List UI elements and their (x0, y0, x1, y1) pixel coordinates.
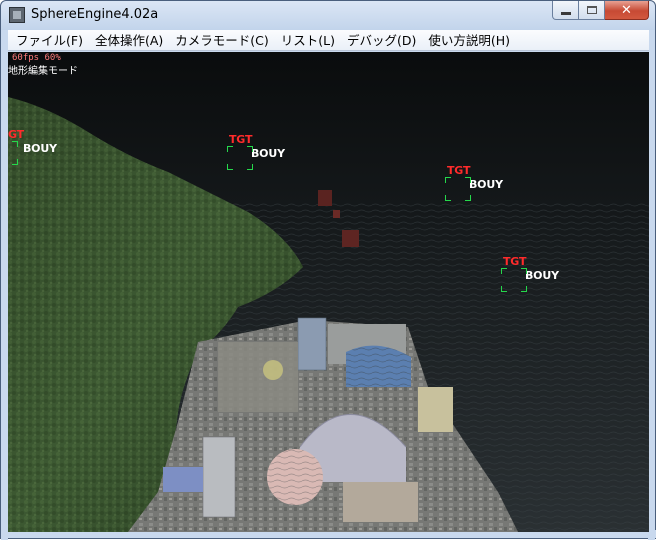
buoy-marker[interactable]: TGT BOUY (501, 255, 593, 325)
menu-help[interactable]: 使い方説明(H) (422, 31, 516, 50)
buoy-label: BOUY (525, 269, 559, 282)
window-frame-right (648, 51, 655, 540)
window-title: SphereEngine4.02a (31, 7, 159, 22)
menu-global-ops[interactable]: 全体操作(A) (89, 31, 169, 50)
menu-camera-mode[interactable]: カメラモード(C) (169, 31, 274, 50)
app-window: SphereEngine4.02a ✕ ファイル(F) 全体操作(A) カメラモ… (0, 0, 656, 540)
app-icon[interactable] (9, 7, 25, 23)
buoy-marker[interactable]: GT BOUY (8, 128, 98, 198)
buoy-label: BOUY (251, 147, 285, 160)
target-bracket (445, 177, 471, 201)
buoy-label: BOUY (23, 142, 57, 155)
close-icon: ✕ (621, 2, 632, 18)
window-controls: ✕ (552, 1, 649, 21)
3d-viewport[interactable]: 60fps 60% 地形編集モード GT BOUY TGT BOUY TGT B… (8, 52, 649, 532)
minimize-icon (560, 11, 571, 15)
window-frame-left (1, 51, 8, 540)
mode-label: 地形編集モード (8, 66, 78, 77)
maximize-button[interactable] (579, 1, 605, 20)
close-button[interactable]: ✕ (605, 1, 649, 20)
target-bracket (501, 268, 527, 292)
title-bar[interactable]: SphereEngine4.02a ✕ (1, 1, 655, 30)
target-tag: TGT (503, 255, 527, 268)
target-bracket (227, 146, 253, 170)
target-tag: TGT (447, 164, 471, 177)
menu-file[interactable]: ファイル(F) (10, 31, 89, 50)
menu-bar: ファイル(F) 全体操作(A) カメラモード(C) リスト(L) デバッグ(D)… (8, 30, 649, 51)
target-tag: TGT (229, 133, 253, 146)
buoy-marker[interactable]: TGT BOUY (227, 133, 319, 203)
target-bracket (8, 141, 18, 165)
menu-list[interactable]: リスト(L) (275, 31, 341, 50)
menu-debug[interactable]: デバッグ(D) (341, 31, 422, 50)
target-tag: GT (8, 128, 24, 141)
buoy-label: BOUY (469, 178, 503, 191)
maximize-icon (586, 6, 597, 14)
minimize-button[interactable] (552, 1, 579, 20)
buoy-marker[interactable]: TGT BOUY (445, 164, 537, 234)
